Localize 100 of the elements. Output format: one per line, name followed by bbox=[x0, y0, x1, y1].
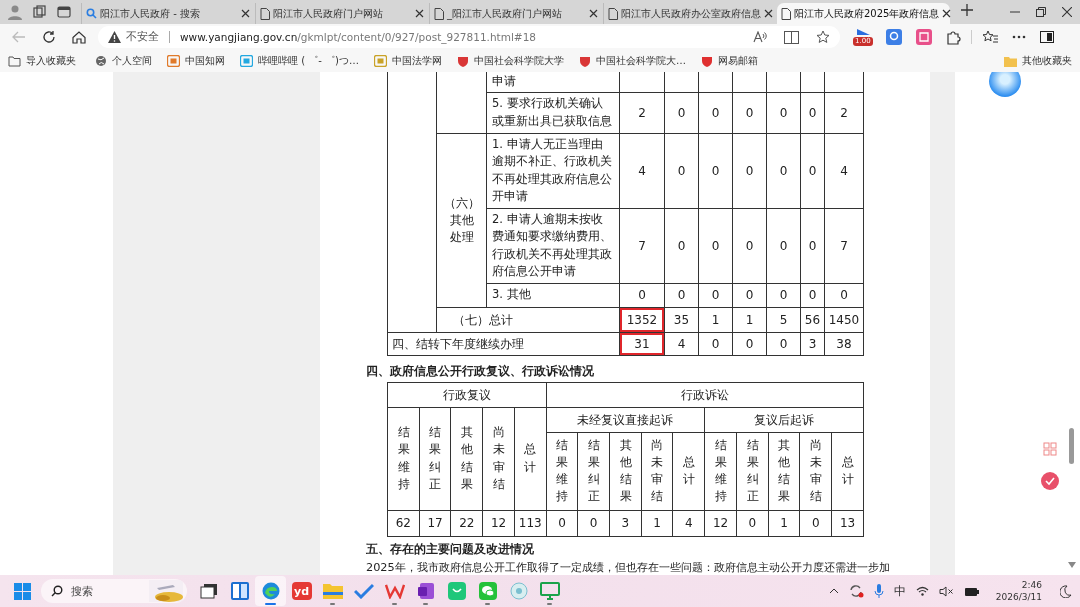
number-cell: 0 bbox=[766, 92, 801, 133]
bookmark[interactable]: 哔哩哔哩 ( ゜- ゜)つ… bbox=[240, 54, 359, 68]
bookmark[interactable]: 个人空间 bbox=[95, 54, 152, 68]
search-icon bbox=[86, 8, 97, 19]
sync-icon[interactable] bbox=[848, 584, 864, 598]
read-aloud-icon[interactable] bbox=[753, 31, 767, 43]
close-icon[interactable] bbox=[241, 9, 250, 18]
bookmark[interactable]: 中国社会科学院大学 bbox=[456, 54, 564, 68]
speaker-icon[interactable] bbox=[938, 585, 954, 597]
search-field[interactable]: 搜索 bbox=[41, 579, 187, 603]
header-cell: 其他结果 bbox=[768, 432, 800, 510]
total-label: （七）总计 bbox=[436, 307, 620, 332]
folder-icon bbox=[322, 583, 343, 599]
chevron-up-icon[interactable] bbox=[828, 588, 839, 594]
bookmark[interactable]: 其他收藏夹 bbox=[1004, 54, 1072, 68]
chat-icon bbox=[478, 582, 497, 600]
number-cell: 22 bbox=[450, 510, 483, 536]
number-cell: 0 bbox=[732, 133, 767, 208]
number-cell: 0 bbox=[800, 208, 825, 283]
app-logo: yd bbox=[291, 582, 312, 600]
header-cell: 行政复议 bbox=[387, 382, 547, 407]
bookmark[interactable]: 导入收藏夹 bbox=[8, 54, 76, 68]
header-cell: 结果维持 bbox=[704, 432, 737, 510]
split-screen-icon[interactable] bbox=[784, 30, 799, 44]
close-icon[interactable] bbox=[942, 9, 952, 18]
close-icon[interactable] bbox=[415, 9, 424, 18]
home-icon[interactable] bbox=[72, 30, 86, 44]
close-icon[interactable] bbox=[589, 9, 598, 18]
battery-icon[interactable] bbox=[963, 585, 980, 597]
number-cell: 0 bbox=[698, 92, 733, 133]
circle-logo-icon[interactable] bbox=[1041, 472, 1059, 490]
mail-icon bbox=[700, 55, 713, 67]
app-icon[interactable] bbox=[916, 29, 932, 45]
scroll-down-icon[interactable] bbox=[1068, 562, 1076, 568]
bookmark[interactable]: 网易邮箱 bbox=[700, 54, 758, 68]
header-cell: 行政诉讼 bbox=[546, 382, 864, 407]
restore-icon[interactable] bbox=[1036, 7, 1046, 17]
close-icon[interactable] bbox=[1062, 7, 1072, 17]
start-icon[interactable] bbox=[14, 582, 31, 600]
number-cell: 13 bbox=[831, 510, 864, 536]
header-cell: 尚未审结 bbox=[799, 432, 832, 510]
input-method[interactable]: 中 bbox=[893, 582, 906, 600]
star-icon[interactable] bbox=[816, 30, 830, 44]
warning-icon bbox=[108, 31, 121, 43]
tab-actions-icon[interactable] bbox=[57, 5, 71, 19]
number-cell: 0 bbox=[698, 283, 733, 307]
number-cell: 5 bbox=[766, 307, 801, 332]
number-cell: 0 bbox=[732, 332, 767, 355]
bookmark[interactable]: 中国知网 bbox=[167, 54, 225, 68]
widgets-icon bbox=[230, 582, 249, 600]
number-cell: 1450 bbox=[824, 307, 864, 332]
moon-icon[interactable] bbox=[1060, 584, 1072, 598]
map-pin-icon[interactable] bbox=[886, 29, 902, 45]
browser-tab[interactable]: 阳江市人民政府2025年政府信息 bbox=[777, 3, 950, 24]
number-cell: 0 bbox=[766, 332, 801, 355]
monitor-icon bbox=[539, 582, 560, 600]
number-cell: 1 bbox=[768, 510, 800, 536]
number-cell: 0 bbox=[800, 283, 825, 307]
puzzle-icon[interactable] bbox=[946, 29, 961, 45]
item-cell: 申请 bbox=[486, 72, 620, 92]
bookmark[interactable]: 中国法学网 bbox=[373, 54, 442, 68]
address-bar[interactable]: 不安全 www.yangjiang.gov.cn/gkmlpt/content/0/927/post_927811.html#18 bbox=[98, 26, 840, 48]
favorites-icon[interactable] bbox=[982, 30, 998, 44]
header-cell: 总计 bbox=[672, 432, 705, 510]
number-cell: 1 bbox=[641, 510, 673, 536]
number-cell: 0 bbox=[546, 510, 578, 536]
section-heading: 四、政府信息公开行政复议、行政诉讼情况 bbox=[366, 362, 595, 379]
number-cell: 12 bbox=[482, 510, 515, 536]
new-tab-icon[interactable] bbox=[961, 4, 973, 16]
number-cell: 4 bbox=[619, 133, 665, 208]
number-cell: 0 bbox=[577, 510, 610, 536]
microphone-icon[interactable] bbox=[873, 584, 884, 598]
wifi-icon[interactable] bbox=[915, 586, 929, 596]
assistant-button[interactable] bbox=[989, 72, 1021, 97]
taskbar-app[interactable]: yd bbox=[286, 576, 317, 606]
item-cell: 1. 申请人无正当理由逾期不补正、行政机关不再处理其政府信息公开申请 bbox=[486, 133, 620, 208]
number-cell: 1 bbox=[698, 307, 733, 332]
number-cell: 0 bbox=[732, 208, 767, 283]
sidebar-icon[interactable] bbox=[1040, 31, 1054, 43]
number-cell: 0 bbox=[736, 510, 769, 536]
header-cell: 结果维持 bbox=[546, 432, 578, 510]
number-cell: 0 bbox=[766, 283, 801, 307]
notebook-icon bbox=[416, 582, 435, 600]
number-cell: 17 bbox=[419, 510, 451, 536]
page-icon bbox=[434, 7, 444, 20]
clock-date[interactable]: 2026/3/11 bbox=[995, 591, 1042, 603]
bookmark[interactable]: 中国社会科学院大… bbox=[578, 54, 686, 68]
refresh-icon[interactable] bbox=[42, 30, 56, 44]
scrollbar-thumb[interactable] bbox=[1069, 428, 1074, 464]
header-cell: 尚未审结 bbox=[641, 432, 673, 510]
collections-icon[interactable] bbox=[33, 5, 47, 19]
clock-time[interactable]: 2:46 bbox=[1021, 579, 1042, 591]
more-icon[interactable] bbox=[1012, 35, 1026, 39]
section-heading: 五、存在的主要问题及改进情况 bbox=[366, 540, 535, 557]
number-cell: 1 bbox=[732, 307, 767, 332]
close-icon[interactable] bbox=[764, 9, 773, 18]
number-cell: 62 bbox=[387, 510, 420, 536]
header-cell: 其他结果 bbox=[450, 407, 483, 510]
header-cell: 复议后起诉 bbox=[704, 407, 864, 432]
number-cell: 0 bbox=[664, 92, 699, 133]
